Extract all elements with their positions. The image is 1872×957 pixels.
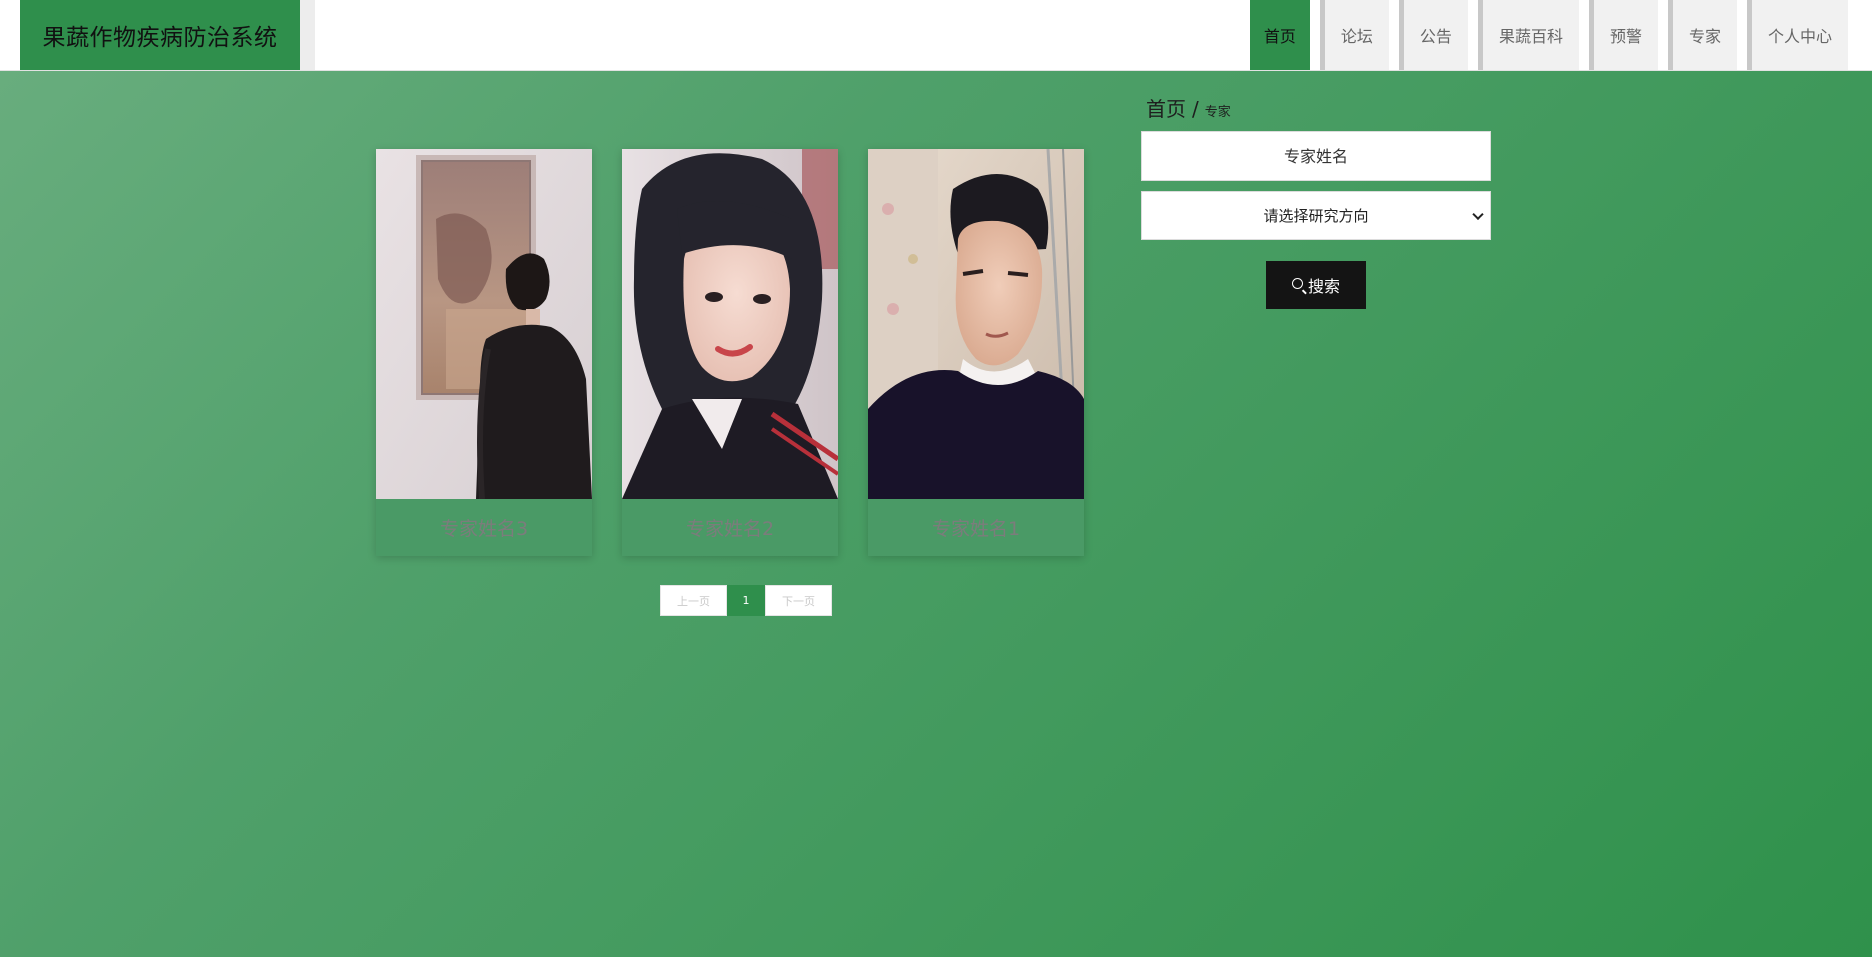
- nav-item-encyclopedia[interactable]: 果蔬百科: [1477, 0, 1579, 70]
- nav-item-forum[interactable]: 论坛: [1319, 0, 1389, 70]
- breadcrumb: 首页 / 专家: [1146, 93, 1231, 122]
- site-logo[interactable]: 果蔬作物疾病防治系统: [20, 0, 300, 70]
- expert-card[interactable]: 专家姓名1: [868, 149, 1084, 556]
- search-button-label: 搜索: [1307, 277, 1340, 296]
- search-button[interactable]: 搜索: [1266, 261, 1366, 309]
- expert-card[interactable]: 专家姓名2: [622, 149, 838, 556]
- expert-name: 专家姓名1: [931, 518, 1021, 540]
- breadcrumb-home-link[interactable]: 首页: [1146, 93, 1186, 122]
- expert-photo: [868, 149, 1084, 499]
- expert-name-input[interactable]: [1141, 131, 1491, 181]
- top-header: 果蔬作物疾病防治系统 首页 论坛 公告 果蔬百科 预警 专家 个人中心: [0, 0, 1872, 71]
- search-icon: [1291, 278, 1303, 289]
- expert-photo: [376, 149, 592, 499]
- site-title: 果蔬作物疾病防治系统: [42, 25, 278, 51]
- breadcrumb-separator: /: [1192, 97, 1199, 121]
- nav-item-warning[interactable]: 预警: [1588, 0, 1658, 70]
- research-direction-value: 请选择研究方向: [1263, 207, 1369, 225]
- nav-item-user-center[interactable]: 个人中心: [1746, 0, 1848, 70]
- expert-name: 专家姓名3: [439, 518, 529, 540]
- page-number-button[interactable]: 1: [727, 585, 765, 616]
- breadcrumb-current: 专家: [1204, 105, 1231, 120]
- next-page-button[interactable]: 下一页: [765, 585, 832, 616]
- prev-page-button[interactable]: 上一页: [660, 585, 727, 616]
- expert-name: 专家姓名2: [685, 518, 775, 540]
- nav-item-notice[interactable]: 公告: [1398, 0, 1468, 70]
- pagination: 上一页 1 下一页: [660, 585, 832, 616]
- expert-card-list: 专家姓名3 专家姓名2 专家姓名1: [376, 149, 1084, 556]
- nav-item-home[interactable]: 首页: [1249, 0, 1310, 70]
- expert-photo: [622, 149, 838, 499]
- research-direction-select[interactable]: 请选择研究方向: [1141, 191, 1491, 240]
- header-divider: [300, 0, 315, 70]
- main-nav: 首页 论坛 公告 果蔬百科 预警 专家 个人中心: [1249, 0, 1848, 70]
- expert-card[interactable]: 专家姓名3: [376, 149, 592, 556]
- nav-item-experts[interactable]: 专家: [1667, 0, 1737, 70]
